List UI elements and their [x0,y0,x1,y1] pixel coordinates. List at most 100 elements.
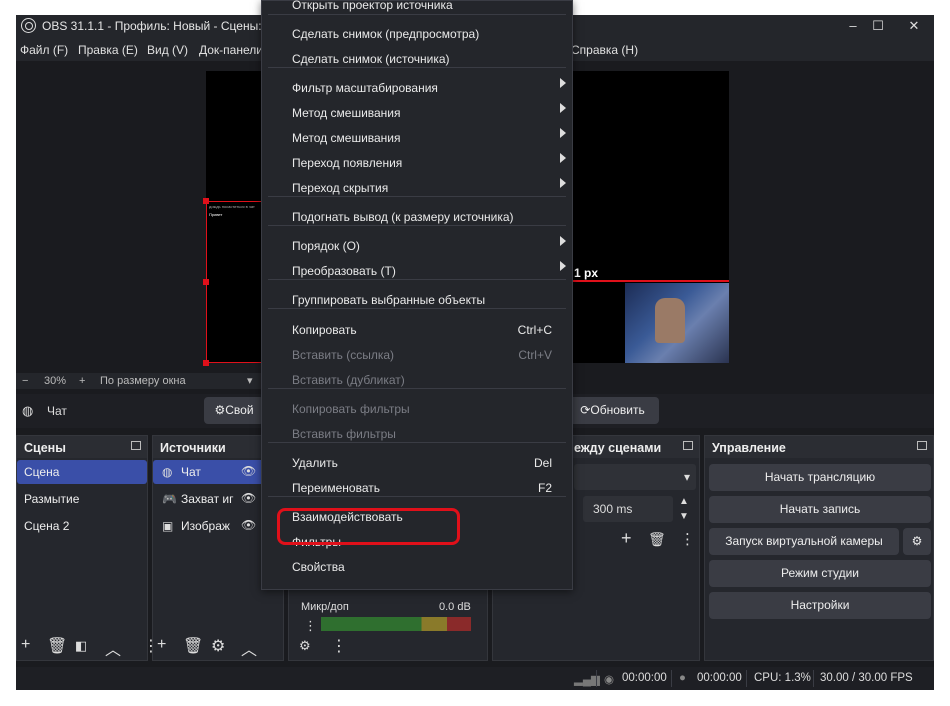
context-menu: Открыть проектор источника Сделать снимо… [261,0,573,590]
trash-icon[interactable]: 🗑 [183,636,203,656]
refresh-label: Обновить [590,403,645,417]
fps-readout: 30.00 / 30.00 FPS [820,672,913,684]
zoom-out-button[interactable]: − [22,375,28,387]
resize-handle[interactable] [203,279,209,285]
menu-separator [268,442,566,443]
menu-item-label: Копировать фильтры [292,402,410,416]
trash-icon[interactable]: 🗑 [47,636,67,656]
menu-item-label: Группировать выбранные объекты [292,293,486,307]
menu-item-order[interactable]: Порядок (O) [292,234,572,258]
volume-meter [321,617,471,631]
menu-separator [268,496,566,497]
shortcut-label: Ctrl+V [518,348,552,362]
chevron-down-icon: ▾ [683,470,690,484]
menu-item-label: Вставить (дубликат) [292,373,405,387]
more-icon[interactable]: ⋮ [680,530,695,548]
menu-item-show-transition[interactable]: Переход появления [292,151,572,175]
properties-button[interactable]: ⚙Свой [204,397,264,424]
chevron-down-icon[interactable]: ▾ [247,374,253,387]
float-dock-icon[interactable] [917,441,927,450]
menu-item-paste-reference: Вставить (ссылка) Ctrl+V [292,343,572,367]
gear-icon[interactable]: ⚙ [211,636,225,656]
start-virtual-camera-button[interactable]: Запуск виртуальной камеры [709,528,899,555]
menu-item-label: Метод смешивания [292,106,401,120]
start-streaming-button[interactable]: Начать трансляцию [709,464,931,491]
zoom-level: 30% [44,375,67,387]
refresh-button[interactable]: ⟳Обновить [566,397,659,424]
studio-mode-button[interactable]: Режим студии [709,560,931,587]
menu-item-delete[interactable]: Удалить Del [292,451,572,475]
scene-item[interactable]: Сцена 2 [17,514,76,538]
menu-item-label: Подогнать вывод (к размеру источника) [292,210,514,224]
chevron-up-icon[interactable]: ︿ [105,636,121,660]
maximize-button[interactable]: ☐ [858,15,898,37]
selected-source-outline[interactable]: дождь посаститься в чат Привет [206,201,263,363]
close-button[interactable]: ✕ [894,15,934,37]
menu-item-copy[interactable]: Копировать Ctrl+C [292,318,572,342]
advanced-audio-icon[interactable]: ⚙ [299,638,311,654]
submenu-arrow-icon [560,153,566,163]
submenu-arrow-icon [560,178,566,188]
record-time: 00:00:00 [697,672,742,684]
menu-item-properties[interactable]: Свойства [292,555,572,579]
game-capture-thumbnail [625,283,729,363]
trash-icon[interactable]: 🗑 [648,531,666,548]
more-icon[interactable]: ⋮ [331,636,347,656]
filter-icon[interactable]: ◧ [75,638,87,654]
menu-item-blend-method[interactable]: Метод смешивания [292,101,572,125]
menu-item-label: Свойства [292,560,345,574]
chevron-up-icon[interactable]: ︿ [241,636,257,660]
add-icon[interactable]: + [621,528,632,549]
menu-edit[interactable]: Правка (E) [78,43,138,57]
menu-docks[interactable]: Док-панели [199,43,263,57]
menu-item-blend-method[interactable]: Метод смешивания [292,126,572,150]
properties-label: Свой [225,403,254,417]
settings-button[interactable]: Настройки [709,592,931,619]
menu-separator [268,388,566,389]
chevron-up-icon[interactable]: ▲ [679,496,689,507]
resize-handle[interactable] [203,360,209,366]
menu-item-screenshot-preview[interactable]: Сделать снимок (предпросмотра) [292,22,572,46]
globe-icon: ◍ [162,465,173,479]
menu-item-label: Вставить фильтры [292,427,396,441]
submenu-arrow-icon [560,236,566,246]
add-icon[interactable]: + [21,636,30,654]
eye-icon[interactable]: 👁 [241,464,256,478]
duration-input[interactable]: 300 ms [583,496,673,522]
menu-help[interactable]: Справка (H) [571,43,638,57]
submenu-arrow-icon [560,128,566,138]
eye-icon[interactable]: 👁 [241,491,256,505]
float-dock-icon[interactable] [683,441,693,450]
refresh-icon: ⟳ [580,403,591,417]
fit-mode-select[interactable]: По размеру окна [100,375,186,387]
float-dock-icon[interactable] [131,441,141,450]
menu-view[interactable]: Вид (V) [147,43,188,57]
chat-user-line: Привет [209,212,223,217]
virtual-camera-settings-button[interactable]: ⚙ [903,528,931,555]
start-recording-button[interactable]: Начать запись [709,496,931,523]
menu-item-label: Преобразовать (T) [292,264,396,278]
transition-select[interactable]: ▾ [574,464,696,490]
shortcut-label: Ctrl+C [517,323,552,337]
submenu-arrow-icon [560,261,566,271]
eye-icon[interactable]: 👁 [241,518,256,532]
resize-handle[interactable] [203,198,209,204]
divider [596,670,597,687]
mixer-channel-db: 0.0 dB [439,601,471,613]
menu-separator [268,67,566,68]
add-icon[interactable]: + [157,636,166,654]
zoom-in-button[interactable]: + [79,375,85,387]
obs-logo-icon [21,18,36,33]
menu-item-scale-filter[interactable]: Фильтр масштабирования [292,76,572,100]
chat-line: дождь посаститься в чат [209,204,255,209]
menu-item-label: Переход появления [292,156,403,170]
menu-item-copy-filters: Копировать фильтры [292,397,572,421]
menu-file[interactable]: Файл (F) [20,43,68,57]
record-icon: ● [679,672,686,684]
scene-item[interactable]: Размытие [17,487,86,511]
scenes-title: Сцены [17,436,147,458]
chevron-down-icon[interactable]: ▼ [679,511,689,522]
menu-item-label: Сделать снимок (источника) [292,52,450,66]
window-title: OBS 31.1.1 - Профиль: Новый - Сцены: 123 [42,19,285,33]
scene-item[interactable]: Сцена [17,460,147,484]
